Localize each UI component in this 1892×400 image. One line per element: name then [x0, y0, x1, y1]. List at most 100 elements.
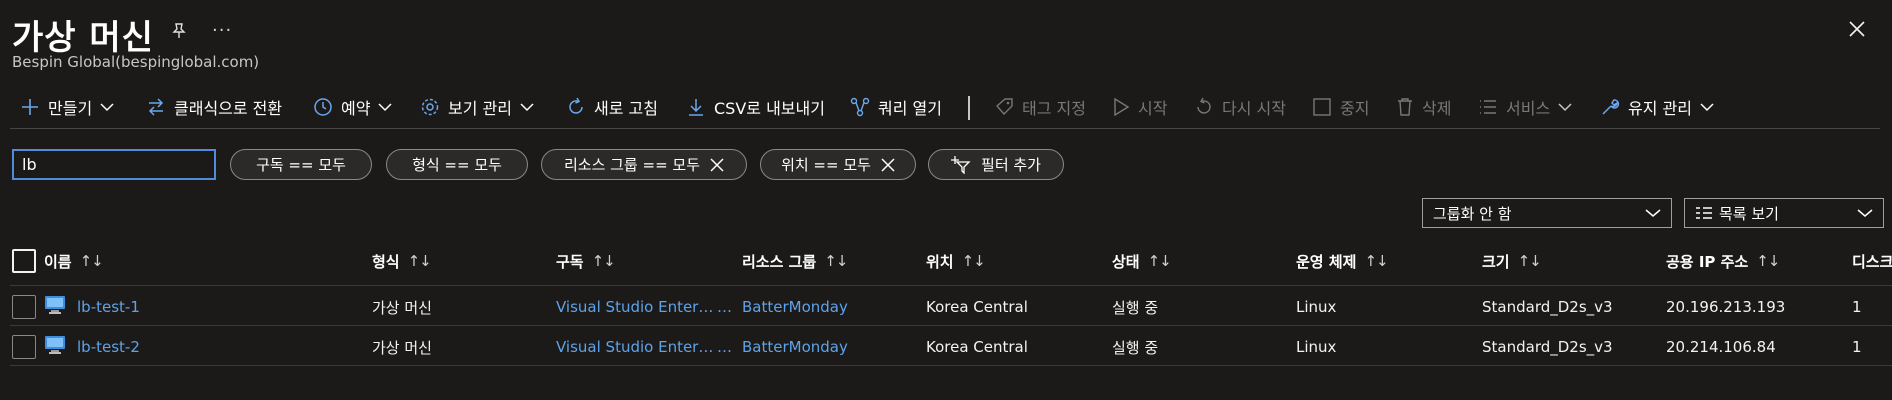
sort-icon: ↑↓ — [1364, 252, 1388, 270]
chevron-down-icon — [1645, 209, 1661, 217]
filter-resource-group[interactable]: 리소스 그룹 == 모두 — [541, 149, 747, 180]
maintenance-button[interactable]: 유지 관리 — [1600, 92, 1714, 122]
column-header-resource-group[interactable]: 리소스 그룹 ↑↓ — [742, 248, 848, 274]
list-icon — [1480, 100, 1496, 114]
row-checkbox[interactable] — [12, 335, 36, 359]
subscription-link[interactable]: Visual Studio Enterprise… — [556, 296, 732, 318]
pin-icon[interactable] — [170, 22, 188, 44]
resource-group-link[interactable]: BatterMonday — [742, 296, 848, 318]
vm-location: Korea Central — [926, 298, 1028, 316]
column-header-type[interactable]: 형식 ↑↓ — [372, 248, 432, 274]
toolbar-divider — [968, 96, 970, 120]
row-divider — [10, 325, 1892, 326]
vm-size: Standard_D2s_v3 — [1482, 338, 1613, 356]
vm-size: Standard_D2s_v3 — [1482, 298, 1613, 316]
switch-classic-button[interactable]: 클래식으로 전환 — [146, 92, 282, 122]
refresh-icon — [569, 97, 583, 114]
column-subscription-label: 구독 — [556, 252, 584, 271]
chevron-down-icon — [520, 103, 534, 112]
column-header-name[interactable]: 이름 ↑↓ — [44, 248, 104, 274]
filter-location[interactable]: 위치 == 모두 — [760, 149, 916, 180]
filter-subscription[interactable]: 구독 == 모두 — [230, 149, 372, 180]
page-title: 가상 머신 — [12, 18, 154, 58]
directory-subtitle: Bespin Global(bespinglobal.com) — [12, 53, 260, 71]
vm-os: Linux — [1296, 298, 1337, 316]
column-public-ip-label: 공용 IP 주소 — [1666, 252, 1749, 271]
vm-type: 가상 머신 — [372, 338, 432, 357]
column-header-os[interactable]: 운영 체제 ↑↓ — [1296, 248, 1389, 274]
more-options-button[interactable]: ··· — [212, 20, 232, 41]
subscription-link[interactable]: Visual Studio Enterprise… — [556, 336, 732, 358]
vm-name-link[interactable]: lb-test-1 — [77, 296, 140, 318]
view-mode-dropdown[interactable]: 목록 보기 — [1684, 198, 1884, 228]
query-icon — [850, 97, 870, 117]
assign-tags-label: 태그 지정 — [1022, 99, 1086, 118]
chevron-down-icon — [1857, 209, 1873, 217]
chevron-down-icon — [1558, 103, 1572, 112]
manage-view-label: 보기 관리 — [448, 99, 512, 118]
vm-os: Linux — [1296, 338, 1337, 356]
column-location-label: 위치 — [926, 252, 954, 271]
sort-icon: ↑↓ — [961, 252, 986, 270]
reservation-label: 예약 — [341, 99, 371, 118]
vm-icon — [44, 335, 66, 359]
vm-name-link[interactable]: lb-test-2 — [77, 336, 140, 358]
close-icon[interactable] — [1848, 20, 1866, 42]
services-button[interactable]: 서비스 — [1478, 92, 1572, 122]
sort-icon: ↑↓ — [1147, 252, 1172, 270]
delete-label: 삭제 — [1422, 99, 1452, 118]
select-all-checkbox[interactable] — [12, 249, 36, 273]
row-checkbox[interactable] — [12, 295, 36, 319]
column-header-public-ip[interactable]: 공용 IP 주소 ↑↓ — [1666, 248, 1780, 274]
header-divider — [10, 285, 1892, 286]
plus-icon — [22, 99, 38, 115]
chevron-down-icon — [1700, 103, 1714, 112]
download-icon — [689, 99, 703, 116]
open-query-button[interactable]: 쿼리 열기 — [850, 92, 942, 122]
add-filter-button[interactable]: 필터 추가 — [928, 149, 1064, 180]
column-header-status[interactable]: 상태 ↑↓ — [1112, 248, 1172, 274]
column-header-size[interactable]: 크기 ↑↓ — [1482, 248, 1542, 274]
start-button[interactable]: 시작 — [1112, 92, 1167, 122]
close-icon — [881, 157, 895, 172]
list-view-icon — [1696, 207, 1712, 219]
add-filter-icon — [951, 155, 971, 174]
services-label: 서비스 — [1506, 99, 1551, 118]
vm-public-ip: 20.196.213.193 — [1666, 298, 1786, 316]
column-disks-label: 디스크 — [1852, 252, 1892, 271]
subscription-text: Visual Studio Enterprise — [556, 338, 717, 356]
trash-icon — [1398, 98, 1412, 116]
refresh-button[interactable]: 새로 고침 — [566, 92, 658, 122]
restart-button[interactable]: 다시 시작 — [1194, 92, 1286, 122]
delete-button[interactable]: 삭제 — [1396, 92, 1451, 122]
search-input[interactable] — [12, 149, 216, 180]
vm-icon — [44, 295, 66, 319]
open-query-label: 쿼리 열기 — [878, 99, 942, 118]
assign-tags-button[interactable]: 태그 지정 — [994, 92, 1086, 122]
manage-view-button[interactable]: 보기 관리 — [420, 92, 534, 122]
export-csv-button[interactable]: CSV로 내보내기 — [686, 92, 825, 122]
stop-button[interactable]: 중지 — [1312, 92, 1369, 122]
column-os-label: 운영 체제 — [1296, 252, 1357, 271]
export-csv-label: CSV로 내보내기 — [714, 99, 825, 118]
column-header-subscription[interactable]: 구독 ↑↓ — [556, 248, 616, 274]
column-header-disks[interactable]: 디스크 — [1852, 248, 1892, 274]
reservation-button[interactable]: 예약 — [313, 92, 392, 122]
tag-icon — [996, 98, 1013, 116]
create-button[interactable]: 만들기 — [20, 92, 114, 122]
vm-type: 가상 머신 — [372, 298, 432, 317]
add-filter-label: 필터 추가 — [981, 156, 1041, 174]
column-resource-group-label: 리소스 그룹 — [742, 252, 817, 271]
grouping-dropdown[interactable]: 그룹화 안 함 — [1422, 198, 1672, 228]
sort-icon: ↑↓ — [591, 252, 616, 270]
filter-type-label: 형식 == 모두 — [412, 156, 502, 174]
column-header-location[interactable]: 위치 ↑↓ — [926, 248, 986, 274]
switch-classic-label: 클래식으로 전환 — [174, 99, 283, 118]
restart-label: 다시 시작 — [1222, 99, 1286, 118]
sort-icon: ↑↓ — [1756, 252, 1780, 270]
resource-group-link[interactable]: BatterMonday — [742, 336, 848, 358]
filter-resource-group-label: 리소스 그룹 == 모두 — [563, 156, 701, 174]
command-bar: 만들기 클래식으로 전환 예약 보기 관리 새로 고침 CSV로 내보내기 쿼리… — [0, 92, 1892, 122]
filter-type[interactable]: 형식 == 모두 — [386, 149, 528, 180]
stop-label: 중지 — [1340, 99, 1370, 118]
